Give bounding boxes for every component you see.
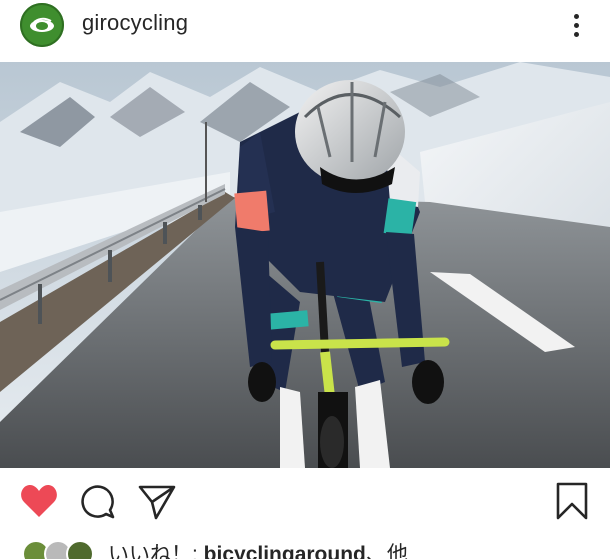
cyclist-photo <box>0 62 610 468</box>
paper-plane-icon <box>138 485 176 520</box>
post-action-bar <box>0 468 610 528</box>
profile-avatar[interactable] <box>20 3 64 47</box>
comment-button[interactable] <box>80 484 116 525</box>
save-button[interactable] <box>556 482 588 525</box>
more-options-icon[interactable] <box>564 10 588 40</box>
liker-avatar <box>66 540 94 559</box>
heart-filled-icon <box>21 485 57 517</box>
share-button[interactable] <box>138 484 176 525</box>
likes-text: いいね！: bicyclingaround、他 <box>108 538 408 559</box>
post-header: girocycling <box>0 0 610 62</box>
comment-bubble-icon <box>81 485 115 519</box>
likes-user-link[interactable]: bicyclingaround <box>204 543 366 559</box>
likes-suffix: 、他 <box>365 543 408 559</box>
bookmark-icon <box>556 482 588 520</box>
likes-summary[interactable]: いいね！: bicyclingaround、他 <box>0 530 610 559</box>
giro-logo-icon <box>30 17 54 32</box>
liker-avatars <box>22 540 94 559</box>
post-photo[interactable] <box>0 62 610 468</box>
likes-prefix: いいね！: <box>108 543 204 559</box>
like-button[interactable] <box>20 484 58 523</box>
post-username[interactable]: girocycling <box>82 10 188 36</box>
